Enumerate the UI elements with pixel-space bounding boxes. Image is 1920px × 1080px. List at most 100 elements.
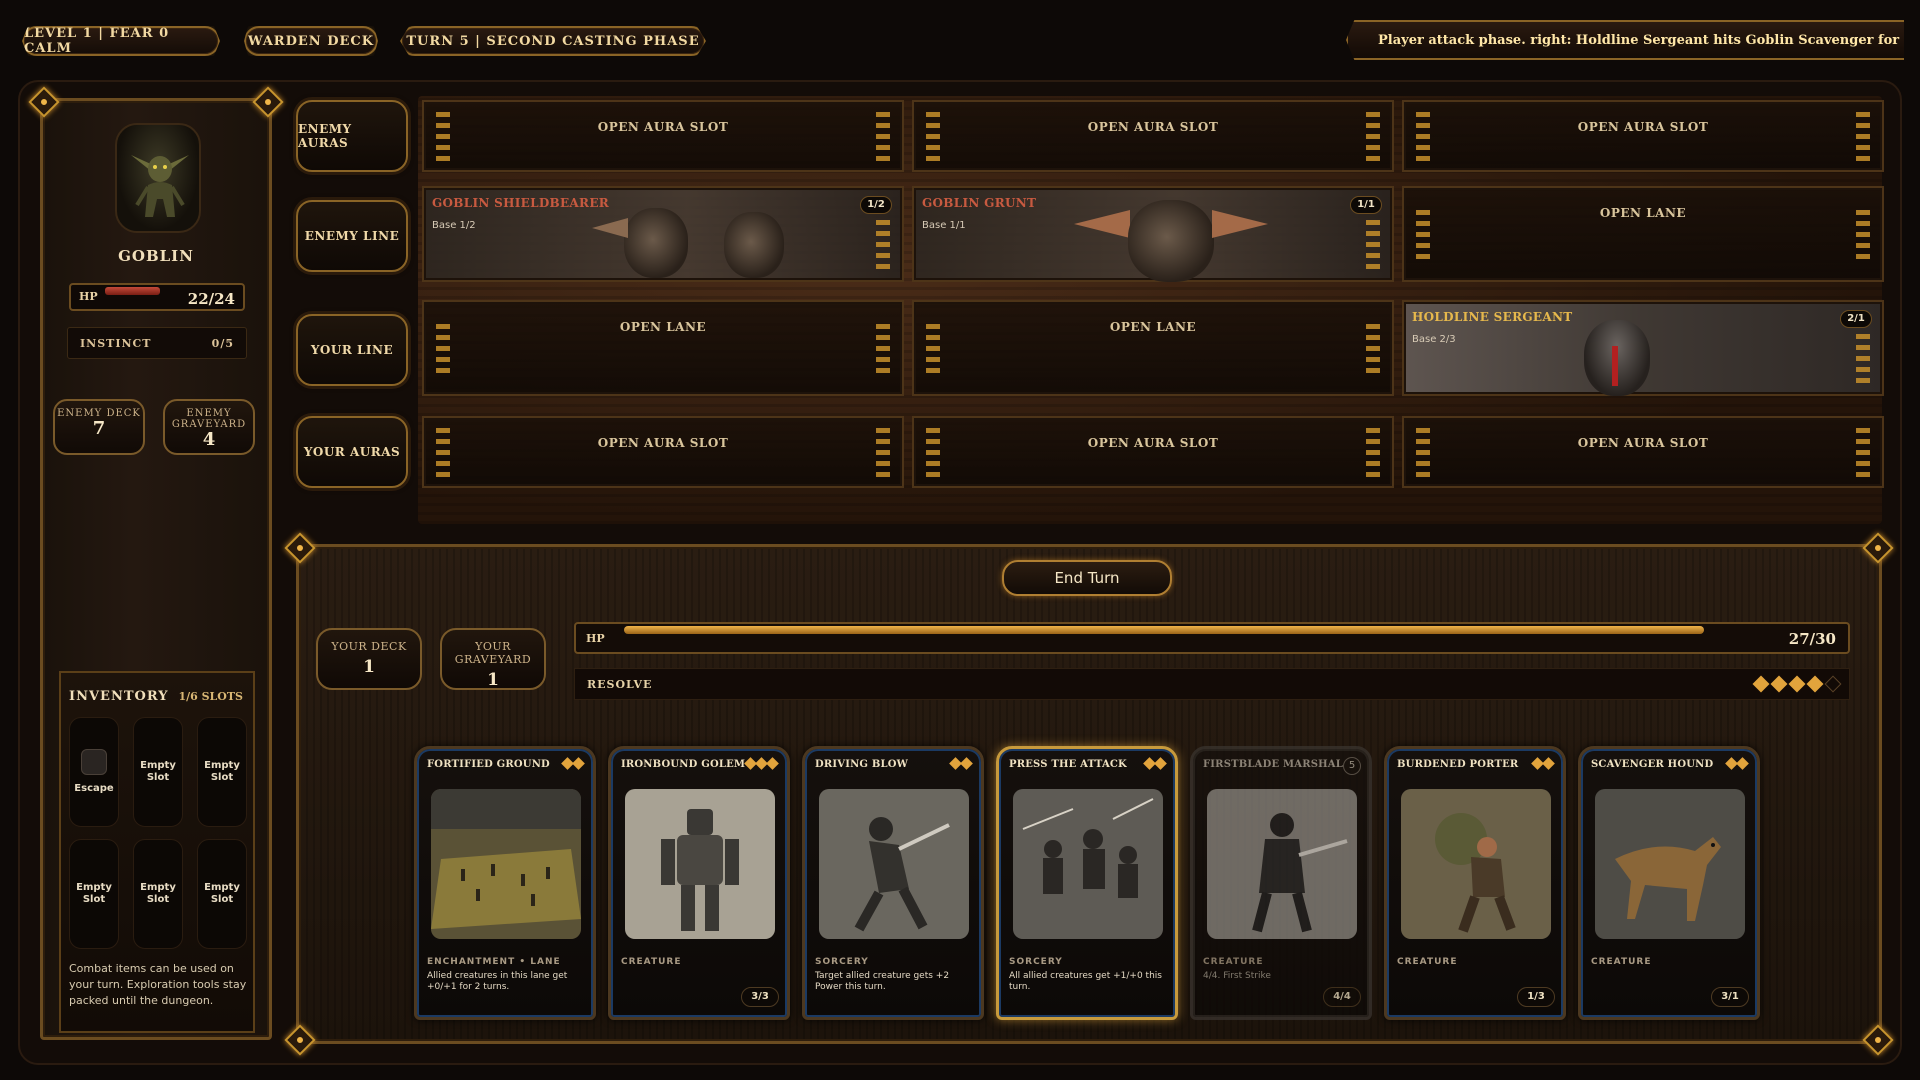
enemy-lane-goblin-grunt[interactable]: GOBLIN GRUNT Base 1/1 1/1 bbox=[912, 186, 1394, 282]
enemy-name: GOBLIN bbox=[118, 247, 194, 265]
slot-label: OPEN LANE bbox=[1599, 206, 1687, 220]
cost-pip-icon bbox=[960, 757, 973, 770]
enemy-deck-counter[interactable]: ENEMY DECK 7 bbox=[53, 399, 145, 455]
unit-base-stats: Base 1/2 bbox=[432, 220, 476, 231]
card-cost bbox=[1143, 757, 1167, 770]
resolve-pip-icon bbox=[1770, 675, 1788, 693]
cost-pip-icon bbox=[766, 757, 779, 770]
card-stat-badge: 4/4 bbox=[1323, 987, 1361, 1007]
card-cost bbox=[744, 757, 779, 770]
enemy-aura-slot[interactable]: OPEN AURA SLOT bbox=[912, 100, 1394, 172]
inventory-panel: INVENTORY 1/6 SLOTS Escape Empty Slot Em… bbox=[59, 671, 255, 1033]
card-cost bbox=[949, 757, 973, 770]
your-graveyard-counter[interactable]: YOUR GRAVEYARD 1 bbox=[440, 628, 546, 690]
row-label-your-line: YOUR LINE bbox=[296, 314, 408, 386]
your-graveyard-label: YOUR GRAVEYARD bbox=[454, 640, 532, 666]
your-aura-slot[interactable]: OPEN AURA SLOT bbox=[1402, 416, 1884, 488]
slot-label: OPEN AURA SLOT bbox=[1577, 436, 1709, 450]
inventory-slot[interactable]: Empty Slot bbox=[69, 839, 119, 949]
enemy-aura-slot[interactable]: OPEN AURA SLOT bbox=[1402, 100, 1884, 172]
card-art bbox=[1401, 789, 1551, 939]
enemy-portrait[interactable] bbox=[115, 123, 201, 233]
row-label-your-auras: YOUR AURAS bbox=[296, 416, 408, 488]
card-type: CREATURE bbox=[1203, 957, 1264, 967]
unit-stat-badge: 1/1 bbox=[1350, 196, 1382, 214]
unit-stat-badge: 2/1 bbox=[1840, 310, 1872, 328]
enemy-graveyard-counter[interactable]: ENEMY GRAVEYARD 4 bbox=[163, 399, 255, 455]
card-type: CREATURE bbox=[621, 957, 682, 967]
enemy-aura-slot[interactable]: OPEN AURA SLOT bbox=[422, 100, 904, 172]
card-stat-badge: 3/1 bbox=[1711, 987, 1749, 1007]
card-cost bbox=[1725, 757, 1749, 770]
your-aura-slot[interactable]: OPEN AURA SLOT bbox=[912, 416, 1394, 488]
player-hp-track bbox=[624, 626, 1824, 634]
card-name: DRIVING BLOW bbox=[815, 759, 909, 770]
battlefield-art-icon bbox=[431, 789, 581, 939]
your-deck-counter[interactable]: YOUR DECK 1 bbox=[316, 628, 422, 690]
card-type: SORCERY bbox=[1009, 957, 1063, 967]
resolve-pip-icon bbox=[1788, 675, 1806, 693]
inventory-note: Combat items can be used on your turn. E… bbox=[69, 962, 247, 1007]
slot-label: OPEN AURA SLOT bbox=[1087, 436, 1219, 450]
inventory-slot-escape[interactable]: Escape bbox=[69, 717, 119, 827]
slot-label: OPEN LANE bbox=[619, 320, 707, 334]
inventory-item-label: Empty Slot bbox=[140, 882, 176, 905]
inventory-item-label: Empty Slot bbox=[140, 760, 176, 783]
instinct-row: INSTINCT 0/5 bbox=[67, 327, 247, 359]
enemy-hp-fill bbox=[105, 287, 161, 295]
your-lane-open[interactable]: OPEN LANE bbox=[912, 300, 1394, 396]
hand-card[interactable]: IRONBOUND GOLEM CREATURE 3/3 bbox=[608, 746, 790, 1020]
card-type: SORCERY bbox=[815, 957, 869, 967]
unit-stat-badge: 1/2 bbox=[860, 196, 892, 214]
card-text: All allied creatures get +1/+0 this turn… bbox=[1009, 971, 1162, 992]
combat-log: Player attack phase. right: Holdline Ser… bbox=[1346, 20, 1904, 60]
your-deck-count: 1 bbox=[363, 657, 375, 677]
end-turn-button[interactable]: End Turn bbox=[1002, 560, 1172, 596]
player-hp-bar: HP 27/30 bbox=[574, 622, 1850, 654]
inventory-slot[interactable]: Empty Slot bbox=[197, 717, 247, 827]
enemy-lane-open[interactable]: OPEN LANE bbox=[1402, 186, 1884, 282]
hand-card[interactable]: PRESS THE ATTACK SORCERY All allied creatu… bbox=[996, 746, 1178, 1020]
combat-log-text: Player attack phase. right: Holdline Ser… bbox=[1378, 32, 1904, 48]
row-label-enemy-line: ENEMY LINE bbox=[296, 200, 408, 272]
instinct-label: INSTINCT bbox=[80, 336, 152, 350]
inventory-slot[interactable]: Empty Slot bbox=[133, 717, 183, 827]
cost-pip-icon bbox=[1542, 757, 1555, 770]
hand-card[interactable]: FIRSTBLADE MARSHAL 5 CREATURE 4/4. First St… bbox=[1190, 746, 1372, 1020]
turn-phase-banner: TURN 5 | SECOND CASTING PHASE bbox=[400, 26, 706, 56]
hand-card[interactable]: BURDENED PORTER CREATURE 1/3 bbox=[1384, 746, 1566, 1020]
unit-name: GOBLIN GRUNT bbox=[922, 196, 1037, 210]
level-fear-banner: LEVEL 1 | FEAR 0 CALM bbox=[22, 26, 220, 56]
hand-card[interactable]: DRIVING BLOW SORCERY Target allied creatur… bbox=[802, 746, 984, 1020]
enemy-graveyard-count: 4 bbox=[202, 429, 216, 450]
card-type: CREATURE bbox=[1591, 957, 1652, 967]
resolve-pip-icon bbox=[1752, 675, 1770, 693]
inventory-slot[interactable]: Empty Slot bbox=[133, 839, 183, 949]
your-lane-holdline-sergeant[interactable]: HOLDLINE SERGEANT Base 2/3 2/1 bbox=[1402, 300, 1884, 396]
your-lane-open[interactable]: OPEN LANE bbox=[422, 300, 904, 396]
unit-base-stats: Base 1/1 bbox=[922, 220, 966, 231]
card-art bbox=[1207, 789, 1357, 939]
card-text: 4/4. First Strike bbox=[1203, 971, 1271, 981]
resolve-label: RESOLVE bbox=[587, 678, 653, 691]
marshal-art-icon bbox=[1207, 789, 1357, 939]
slot-label: OPEN AURA SLOT bbox=[1087, 120, 1219, 134]
enemy-hp-value: 22/24 bbox=[187, 290, 235, 308]
your-deck-label: YOUR DECK bbox=[331, 640, 407, 653]
enemy-hp-bar: HP 22/24 bbox=[69, 283, 245, 311]
inventory-title: INVENTORY bbox=[69, 689, 169, 704]
row-label-enemy-auras: ENEMY AURAS bbox=[296, 100, 408, 172]
your-aura-slot[interactable]: OPEN AURA SLOT bbox=[422, 416, 904, 488]
inventory-slot[interactable]: Empty Slot bbox=[197, 839, 247, 949]
hand-card[interactable]: FORTIFIED GROUND ENCHANTMENT • LANE Allied… bbox=[414, 746, 596, 1020]
card-stat-badge: 3/3 bbox=[741, 987, 779, 1007]
inventory-item-label: Empty Slot bbox=[76, 882, 112, 905]
enemy-lane-goblin-shieldbearer[interactable]: GOBLIN SHIELDBEARER Base 1/2 1/2 bbox=[422, 186, 904, 282]
unit-base-stats: Base 2/3 bbox=[1412, 334, 1456, 345]
slot-label: OPEN AURA SLOT bbox=[597, 436, 729, 450]
slot-label: OPEN LANE bbox=[1109, 320, 1197, 334]
hand-card[interactable]: SCAVENGER HOUND CREATURE 3/1 bbox=[1578, 746, 1760, 1020]
enemy-deck-count: 7 bbox=[92, 418, 106, 439]
card-cost: 5 bbox=[1343, 757, 1361, 775]
sergeant-banner-art bbox=[1612, 346, 1618, 386]
